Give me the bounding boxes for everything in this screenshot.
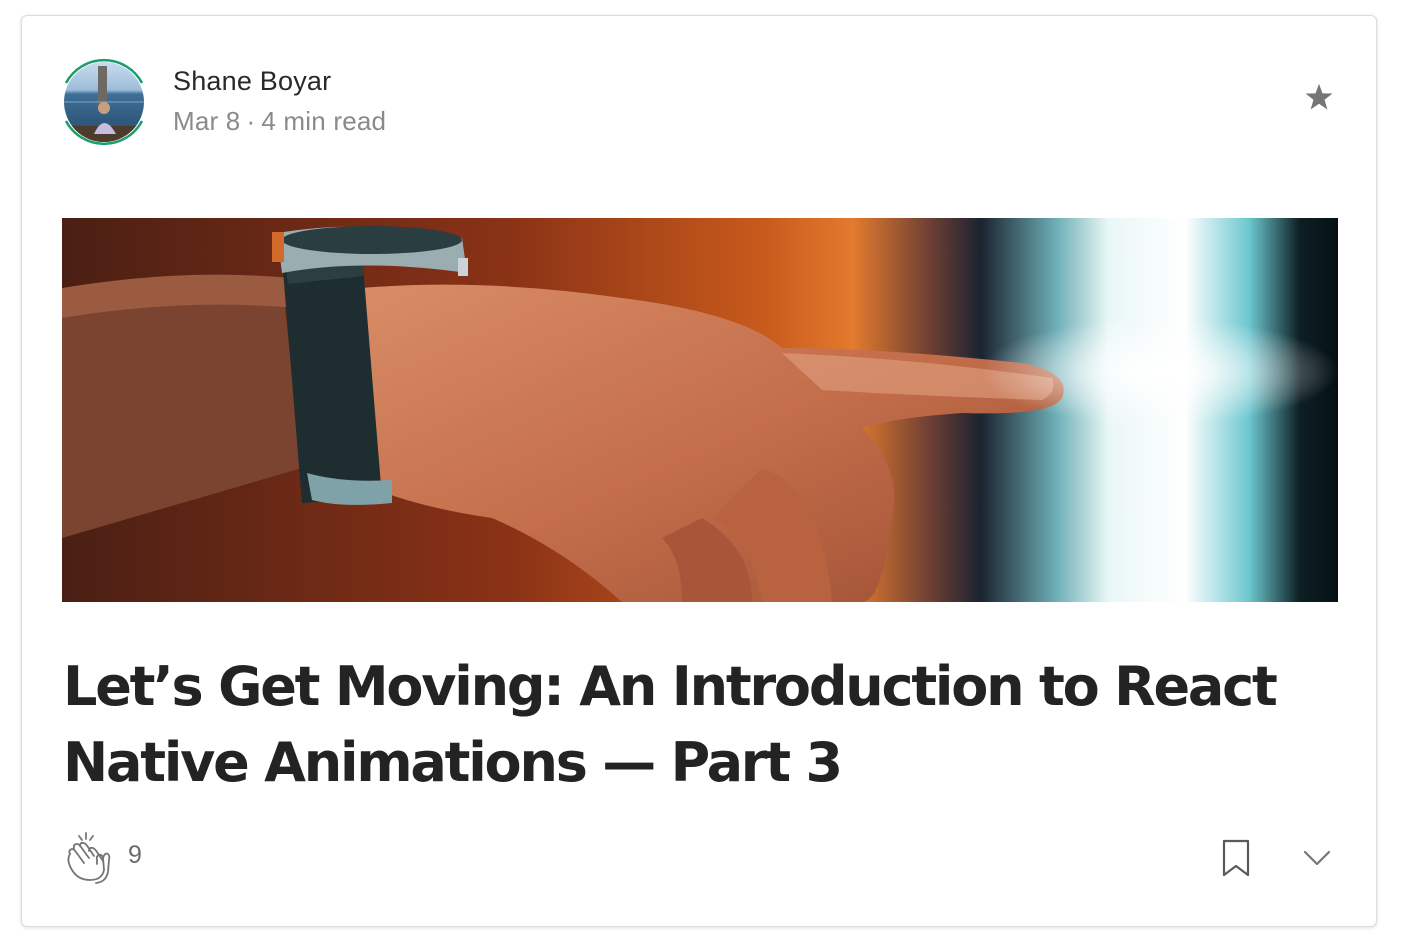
post-footer: 9 — [62, 824, 1340, 886]
post-meta: Mar 8 · 4 min read — [173, 103, 386, 139]
author-row: Shane Boyar Mar 8 · 4 min read — [58, 53, 1340, 153]
hero-image[interactable] — [62, 218, 1338, 602]
bookmark-icon[interactable] — [1220, 838, 1252, 878]
clap-icon[interactable] — [62, 830, 114, 886]
post-card[interactable]: Shane Boyar Mar 8 · 4 min read Let’s Get… — [21, 15, 1377, 927]
clap-count: 9 — [128, 841, 142, 869]
read-time: 4 min read — [261, 106, 387, 136]
post-date: Mar 8 — [173, 106, 241, 136]
chevron-down-icon[interactable] — [1302, 846, 1332, 870]
meta-separator: · — [246, 106, 256, 136]
avatar — [64, 62, 144, 142]
post-title[interactable]: Let’s Get Moving: An Introduction to Rea… — [63, 649, 1293, 801]
star-icon[interactable] — [1301, 79, 1337, 115]
author-name[interactable]: Shane Boyar — [173, 63, 386, 99]
author-avatar[interactable] — [58, 53, 150, 151]
author-meta: Shane Boyar Mar 8 · 4 min read — [173, 63, 386, 139]
